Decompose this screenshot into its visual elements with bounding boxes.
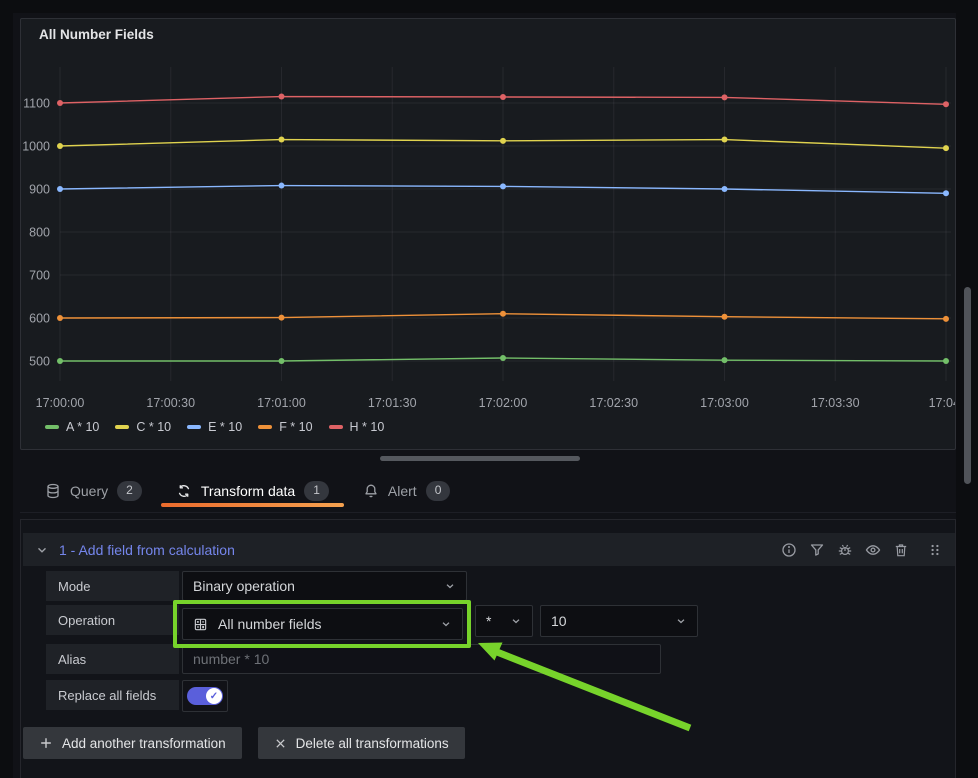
toggle-check-icon: ✓: [206, 688, 222, 704]
mode-select-value: Binary operation: [193, 578, 295, 594]
legend-swatch: [329, 425, 343, 429]
collapse-chevron-icon[interactable]: [35, 543, 49, 557]
svg-text:900: 900: [29, 183, 50, 197]
operation-label: Operation: [46, 605, 179, 635]
alias-input[interactable]: [182, 644, 661, 674]
chevron-down-icon: [444, 580, 456, 592]
chevron-down-icon: [675, 615, 687, 627]
svg-text:800: 800: [29, 226, 50, 240]
legend-label: C * 10: [136, 420, 171, 434]
filter-icon[interactable]: [809, 542, 825, 558]
eye-icon[interactable]: [865, 542, 881, 558]
legend: A * 10 C * 10 E * 10 F * 10 H * 10: [45, 420, 384, 434]
svg-text:17:03:00: 17:03:00: [700, 396, 749, 410]
svg-text:600: 600: [29, 312, 50, 326]
svg-text:17:00:00: 17:00:00: [36, 396, 85, 410]
legend-label: A * 10: [66, 420, 99, 434]
plus-icon: [39, 736, 53, 750]
svg-text:17:02:00: 17:02:00: [479, 396, 528, 410]
tab-label: Alert: [388, 483, 417, 499]
legend-item[interactable]: H * 10: [329, 420, 385, 434]
bug-icon[interactable]: [837, 542, 853, 558]
legend-item[interactable]: A * 10: [45, 420, 99, 434]
tab-label: Query: [70, 483, 108, 499]
vertical-scrollbar-thumb[interactable]: [964, 287, 971, 484]
svg-text:17:01:00: 17:01:00: [257, 396, 306, 410]
transformation-actions: [781, 542, 943, 558]
mode-label: Mode: [46, 571, 179, 601]
active-tab-underline: [161, 503, 344, 507]
legend-item[interactable]: C * 10: [115, 420, 171, 434]
svg-text:700: 700: [29, 269, 50, 283]
legend-swatch: [187, 425, 201, 429]
chevron-down-icon: [440, 618, 452, 630]
tab-count-badge: 2: [117, 481, 142, 501]
editor-tabs: Query 2 Transform data 1 Alert 0: [20, 470, 956, 513]
mode-select[interactable]: Binary operation: [182, 571, 467, 601]
scrollbar-track: [956, 0, 978, 778]
legend-label: H * 10: [350, 420, 385, 434]
replace-all-fields-label: Replace all fields: [46, 680, 179, 710]
operand-select[interactable]: 10: [540, 605, 698, 637]
operator-value: *: [486, 613, 491, 629]
transformation-title[interactable]: 1 - Add field from calculation: [59, 542, 235, 558]
toggle-on: ✓: [187, 687, 223, 705]
calc-grid-icon: [193, 617, 208, 632]
legend-swatch: [115, 425, 129, 429]
legend-label: F * 10: [279, 420, 312, 434]
tab-alert[interactable]: Alert 0: [346, 470, 467, 512]
legend-swatch: [45, 425, 59, 429]
tab-query[interactable]: Query 2: [28, 470, 159, 512]
add-transformation-button[interactable]: Add another transformation: [23, 727, 242, 759]
transform-icon: [176, 483, 192, 499]
chart-panel: 500 600 700 800 900 1000 1100 17:00:00 17:00:30 1…: [20, 18, 956, 450]
pane-resize-handle[interactable]: [380, 456, 580, 461]
chevron-down-icon: [510, 615, 522, 627]
replace-all-fields-toggle[interactable]: ✓: [182, 680, 228, 712]
timeseries-chart: 500 600 700 800 900 1000 1100 17:00:00 17:00:30 1…: [21, 19, 955, 429]
legend-swatch: [258, 425, 272, 429]
page-edge-left: [0, 0, 13, 778]
close-icon: [274, 737, 287, 750]
svg-text:17:04:: 17:04:: [929, 396, 955, 410]
tab-label: Transform data: [201, 483, 295, 499]
tab-transform-data[interactable]: Transform data 1: [159, 470, 346, 512]
legend-item[interactable]: F * 10: [258, 420, 312, 434]
drag-handle-icon[interactable]: [927, 542, 943, 558]
tab-count-badge: 0: [426, 481, 451, 501]
alias-label: Alias: [46, 644, 179, 674]
svg-text:17:00:30: 17:00:30: [146, 396, 195, 410]
page-edge-top: [0, 0, 978, 13]
svg-text:17:01:30: 17:01:30: [368, 396, 417, 410]
operand-value: 10: [551, 613, 567, 629]
transformation-header: 1 - Add field from calculation: [23, 533, 955, 566]
svg-text:1000: 1000: [22, 140, 50, 154]
panel-title: All Number Fields: [39, 27, 154, 42]
operator-select[interactable]: *: [475, 605, 533, 637]
operation-left-select[interactable]: All number fields: [182, 608, 463, 640]
database-icon: [45, 483, 61, 499]
transformation-editor: 1 - Add field from calculation: [20, 519, 956, 778]
transformation-footer: Add another transformation Delete all tr…: [23, 727, 465, 759]
delete-all-transformations-button[interactable]: Delete all transformations: [258, 727, 465, 759]
tab-count-badge: 1: [304, 481, 329, 501]
svg-text:500: 500: [29, 355, 50, 369]
operation-left-value: All number fields: [218, 616, 322, 632]
info-icon[interactable]: [781, 542, 797, 558]
legend-item[interactable]: E * 10: [187, 420, 242, 434]
svg-text:1100: 1100: [23, 97, 50, 111]
grafana-panel-editor: { "panel": { "title": "All Number Fields…: [0, 0, 978, 778]
trash-icon[interactable]: [893, 542, 909, 558]
legend-label: E * 10: [208, 420, 242, 434]
bell-icon: [363, 483, 379, 499]
svg-text:17:02:30: 17:02:30: [589, 396, 638, 410]
svg-text:17:03:30: 17:03:30: [811, 396, 860, 410]
